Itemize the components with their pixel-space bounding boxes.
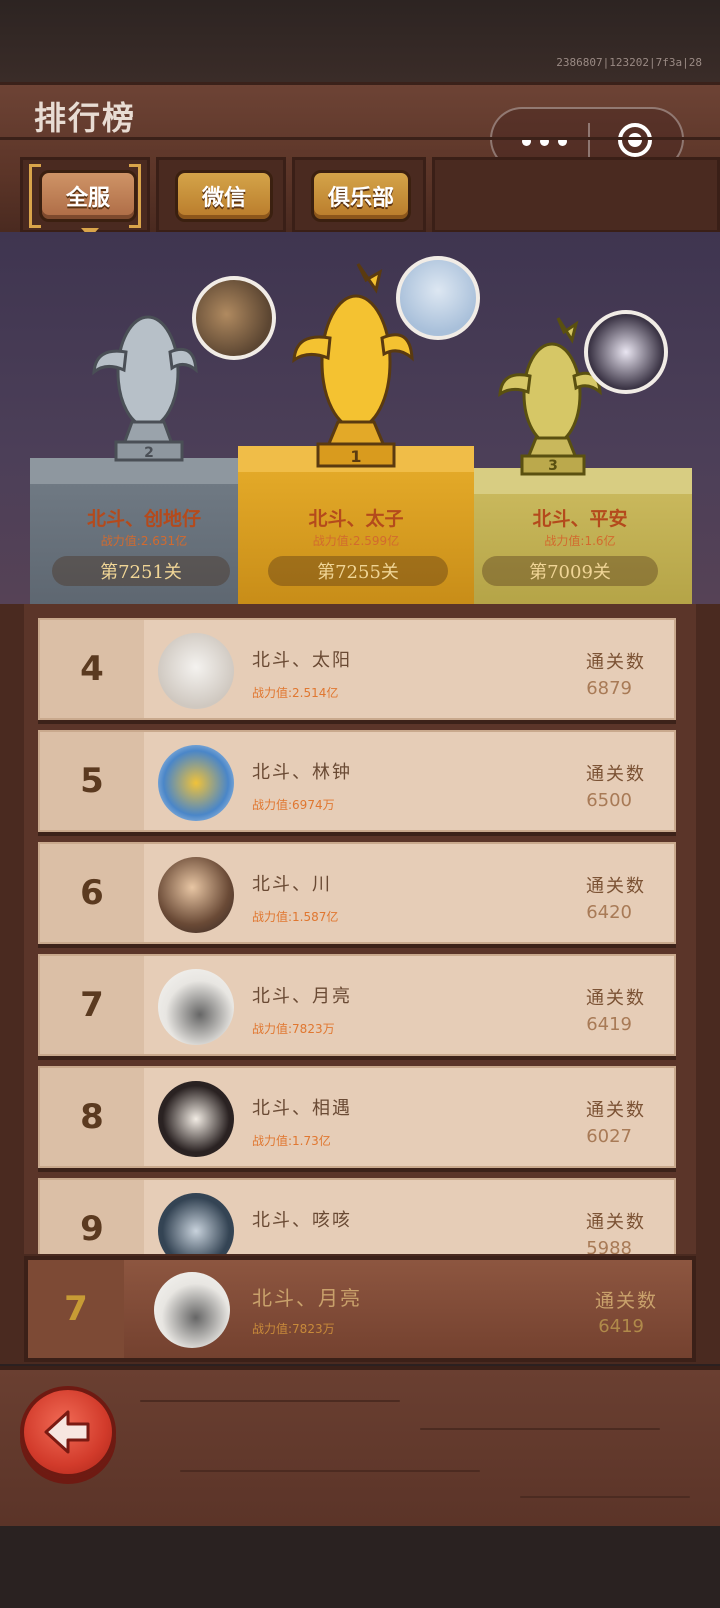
rank-number: 4 — [80, 649, 104, 689]
podium-level-3: 第7009关 — [482, 556, 658, 586]
stat-value: 6027 — [586, 1126, 632, 1147]
avatar[interactable] — [158, 745, 234, 821]
my-stat-label: 通关数 — [594, 1290, 658, 1312]
podium-power-2: 战力值:2.631亿 — [100, 534, 188, 548]
avatar-rank-1[interactable] — [396, 256, 480, 340]
list-item[interactable]: 8 北斗、相遇 战力值:1.73亿 通关数 6027 — [38, 1066, 676, 1168]
stat-label: 通关数 — [586, 1212, 646, 1233]
svg-text:3: 3 — [548, 458, 558, 474]
capsule-divider — [588, 123, 590, 159]
list-item[interactable]: 7 北斗、月亮 战力值:7823万 通关数 6419 — [38, 954, 676, 1056]
back-arrow-icon — [44, 1410, 90, 1454]
podium-name-2: 北斗、创地仔 — [86, 508, 201, 530]
stat-label: 通关数 — [586, 652, 646, 673]
player-power: 战力值:2.514亿 — [252, 686, 339, 700]
rank-number: 8 — [80, 1097, 104, 1137]
my-stat-value: 6419 — [598, 1316, 644, 1337]
stat-value: 5988 — [586, 1238, 632, 1254]
player-power: 战力值:6974万 — [252, 798, 335, 812]
avatar[interactable] — [158, 969, 234, 1045]
tab-slot-empty — [432, 157, 720, 233]
stat-label: 通关数 — [586, 764, 646, 785]
stat-label: 通关数 — [586, 988, 646, 1009]
avatar[interactable] — [158, 857, 234, 933]
my-rank-bar[interactable]: 7 北斗、月亮 战力值:7823万 通关数 6419 — [24, 1256, 696, 1362]
my-rank-number: 7 — [64, 1289, 88, 1329]
rank-number: 5 — [80, 761, 104, 801]
ranking-list-frame: 4 北斗、太阳 战力值:2.514亿 通关数 6879 5 北斗、林钟 战力值:… — [0, 604, 720, 1364]
podium-name-3: 北斗、平安 — [532, 508, 628, 530]
svg-text:2: 2 — [144, 445, 154, 461]
stat-value: 6419 — [586, 1014, 632, 1035]
list-item[interactable]: 9 北斗、咳咳 通关数 5988 — [38, 1178, 676, 1254]
build-id: 2386807|123202|7f3a|28 — [556, 56, 702, 69]
player-power: 战力值:1.73亿 — [252, 1134, 331, 1148]
tab-all[interactable]: 全服 — [39, 170, 137, 222]
list-item[interactable]: 6 北斗、川 战力值:1.587亿 通关数 6420 — [38, 842, 676, 944]
tab-club[interactable]: 俱乐部 — [311, 170, 411, 222]
avatar[interactable] — [158, 633, 234, 709]
status-strip: 2386807|123202|7f3a|28 — [0, 0, 720, 82]
tab-slot-club: 俱乐部 — [292, 157, 426, 233]
list-item[interactable]: 4 北斗、太阳 战力值:2.514亿 通关数 6879 — [38, 618, 676, 720]
my-avatar[interactable] — [154, 1272, 230, 1348]
svg-text:1: 1 — [350, 447, 361, 466]
tab-slot-all: 全服 — [20, 157, 150, 238]
footer-strip — [0, 1526, 720, 1608]
tab-slot-wechat: 微信 — [156, 157, 286, 233]
avatar-rank-2[interactable] — [192, 276, 276, 360]
player-name: 北斗、月亮 — [252, 986, 352, 1007]
player-power: 战力值:1.587亿 — [252, 910, 339, 924]
avatar[interactable] — [158, 1193, 234, 1254]
podium-level-1: 第7255关 — [268, 556, 448, 586]
list-item[interactable]: 5 北斗、林钟 战力值:6974万 通关数 6500 — [38, 730, 676, 832]
stat-label: 通关数 — [586, 1100, 646, 1121]
fish-trophy-icon: 2 — [92, 315, 198, 462]
podium-power-3: 战力值:1.6亿 — [544, 534, 616, 548]
podium-power-1: 战力值:2.599亿 — [312, 534, 400, 548]
player-power: 战力值:7823万 — [252, 1022, 335, 1036]
stat-value: 6879 — [586, 678, 632, 699]
rank-number: 9 — [80, 1209, 104, 1249]
more-dots-icon[interactable] — [514, 125, 576, 155]
player-name: 北斗、川 — [252, 874, 332, 895]
player-name: 北斗、相遇 — [252, 1098, 352, 1119]
rank-number: 7 — [80, 985, 104, 1025]
player-name: 北斗、咳咳 — [252, 1210, 352, 1231]
stat-value: 6500 — [586, 790, 632, 811]
my-power: 战力值:7823万 — [252, 1322, 335, 1336]
player-name: 北斗、太阳 — [252, 650, 352, 671]
avatar[interactable] — [158, 1081, 234, 1157]
avatar-rank-3[interactable] — [584, 310, 668, 394]
player-name: 北斗、林钟 — [252, 762, 352, 783]
rank-number: 6 — [80, 873, 104, 913]
podium-name-1: 北斗、太子 — [308, 508, 404, 530]
ranking-list[interactable]: 4 北斗、太阳 战力值:2.514亿 通关数 6879 5 北斗、林钟 战力值:… — [24, 604, 696, 1254]
my-name: 北斗、月亮 — [252, 1286, 362, 1310]
tab-wechat[interactable]: 微信 — [175, 170, 273, 222]
target-close-icon[interactable] — [618, 123, 652, 157]
stat-value: 6420 — [586, 902, 632, 923]
stat-label: 通关数 — [586, 876, 646, 897]
podium: 2 1 3 北斗、创地仔 战力值:2.631亿 第7251关 北斗、太子 战力值… — [0, 232, 720, 604]
podium-level-2: 第7251关 — [52, 556, 230, 586]
back-button[interactable] — [20, 1386, 116, 1478]
page-title: 排行榜 — [34, 99, 137, 137]
header: 排行榜 全服 微信 俱乐部 — [0, 82, 720, 238]
